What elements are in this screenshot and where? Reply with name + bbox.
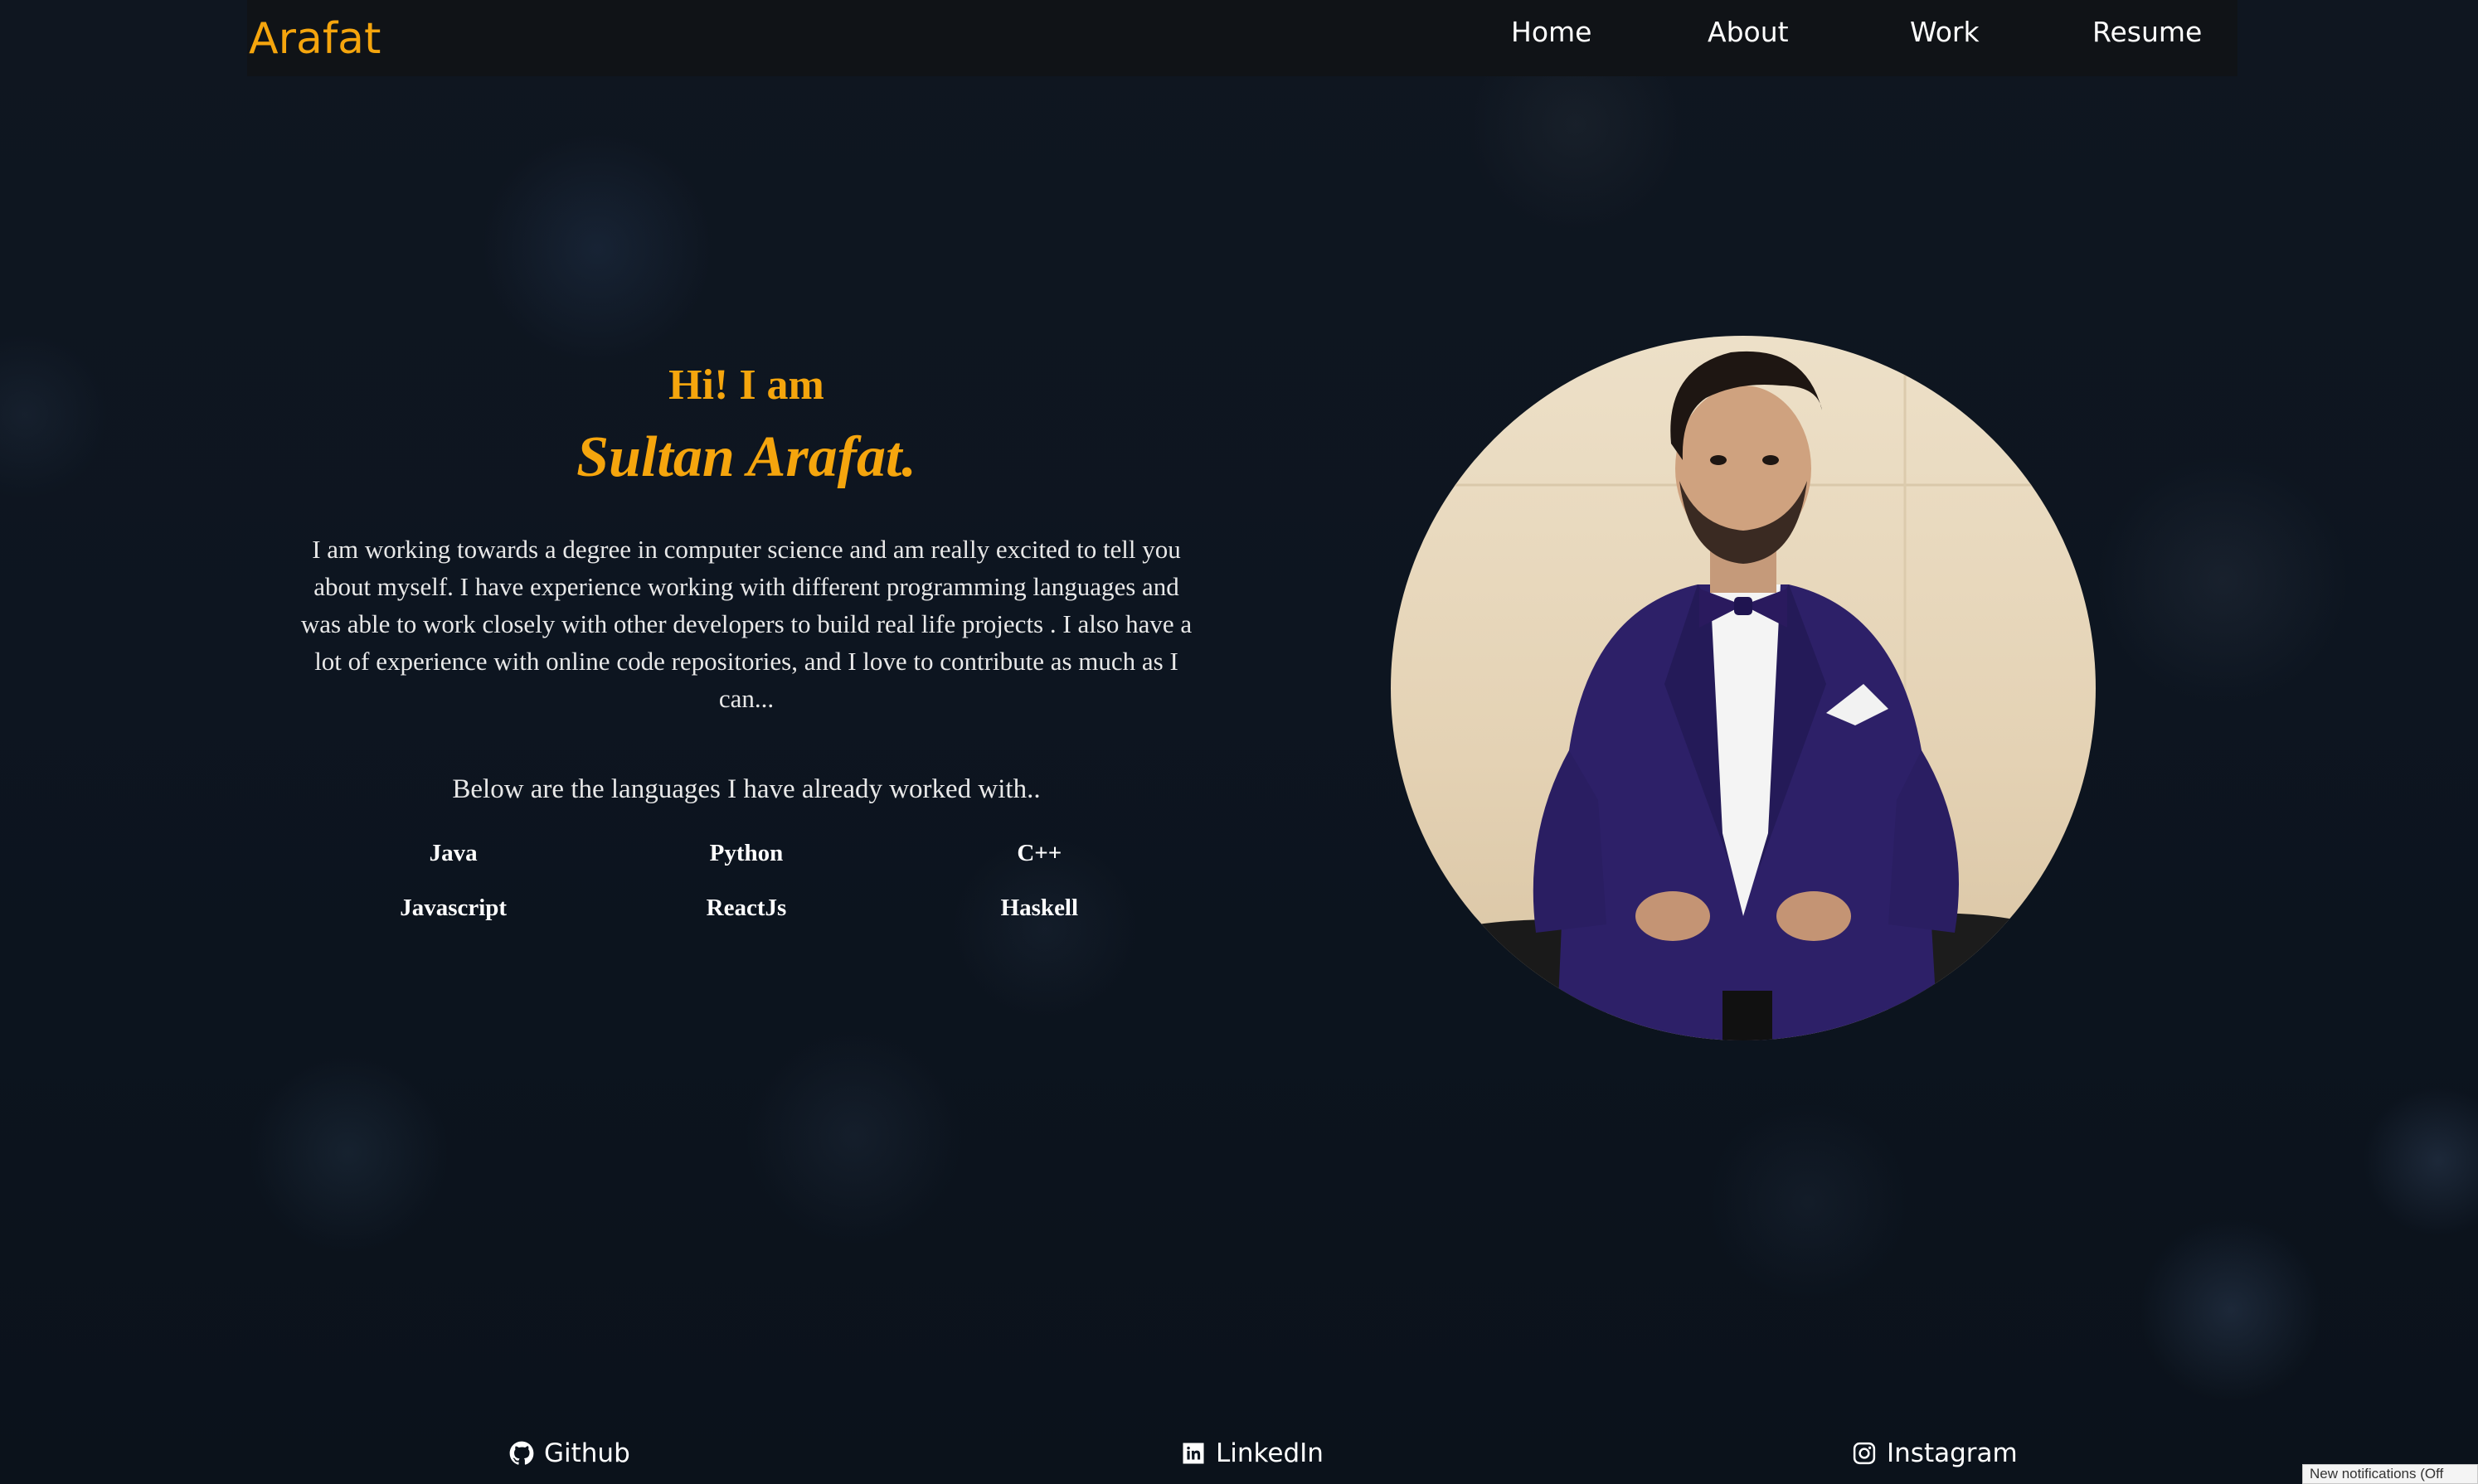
intro-section: Hi! I am Sultan Arafat. I am working tow… <box>282 332 1211 926</box>
language-item: C++ <box>1017 840 1062 866</box>
language-item: Haskell <box>1000 895 1079 921</box>
nav-link-work[interactable]: Work <box>1910 10 1980 55</box>
nav-link-resume[interactable]: Resume <box>2092 10 2202 55</box>
github-link[interactable]: Github <box>509 1433 630 1474</box>
instagram-link[interactable]: Instagram <box>1852 1433 2018 1474</box>
github-label: Github <box>544 1438 630 1468</box>
github-icon <box>509 1441 534 1465</box>
linkedin-link[interactable]: LinkedIn <box>1181 1433 1324 1474</box>
language-item: Python <box>709 840 784 866</box>
brand-logo[interactable]: Arafat <box>249 10 381 68</box>
name-heading: Sultan Arafat. <box>576 425 916 489</box>
navbar: Arafat Home About Work Resume <box>247 0 2237 76</box>
profile-photo <box>1391 336 2096 1040</box>
notification-toast[interactable]: New notifications (Off <box>2302 1464 2478 1484</box>
instagram-icon <box>1853 1442 1876 1465</box>
languages-intro: Below are the languages I have already w… <box>452 774 1041 804</box>
bio-paragraph: I am working towards a degree in compute… <box>300 535 1193 713</box>
linkedin-label: LinkedIn <box>1216 1438 1324 1468</box>
instagram-label: Instagram <box>1887 1438 2018 1468</box>
greeting-heading: Hi! I am <box>668 361 824 409</box>
language-item: Javascript <box>400 895 508 921</box>
nav-link-about[interactable]: About <box>1708 10 1789 55</box>
linkedin-icon <box>1183 1443 1204 1464</box>
languages-grid: Java Python C++ Javascript ReactJs Haske… <box>307 835 1186 926</box>
language-item: Java <box>429 840 478 866</box>
nav-link-home[interactable]: Home <box>1511 10 1591 55</box>
language-item: ReactJs <box>706 895 787 921</box>
